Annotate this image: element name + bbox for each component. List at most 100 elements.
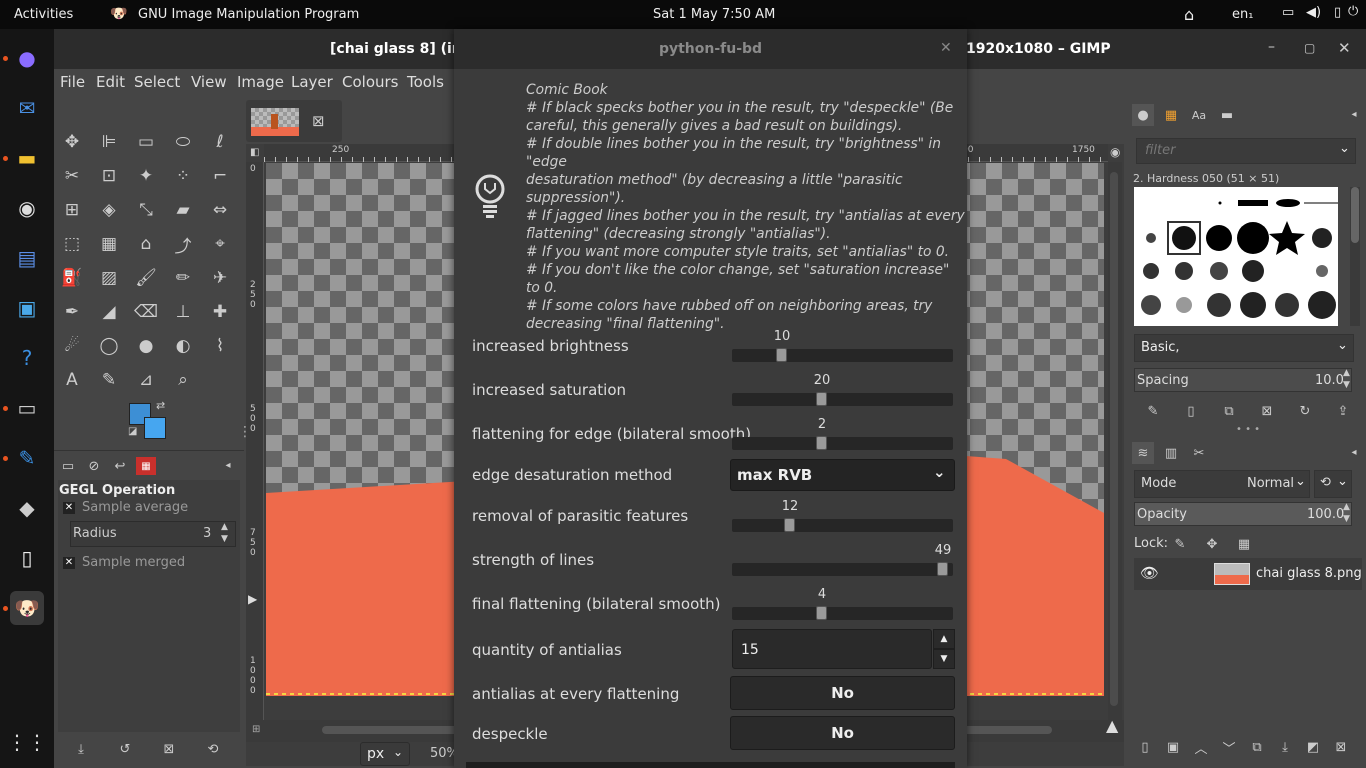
help-icon[interactable]: ?	[10, 341, 44, 375]
brush-grid-scrollbar[interactable]	[1350, 187, 1360, 326]
move-tool-icon[interactable]: ✥	[57, 127, 87, 157]
rect-select-icon[interactable]: ▭	[131, 127, 161, 157]
crop-tool-icon[interactable]: ⌐	[205, 161, 235, 191]
pane-separator[interactable]: • • •	[1236, 424, 1260, 435]
measure-tool-icon[interactable]: ⊿	[131, 365, 161, 395]
lock-alpha-icon[interactable]: ▦	[1234, 534, 1254, 554]
saturation-slider[interactable]	[732, 392, 953, 406]
open-brush-icon[interactable]: ⇪	[1334, 402, 1352, 420]
slider-knob[interactable]	[816, 392, 827, 406]
close-tab-icon[interactable]: ⊠	[312, 112, 325, 130]
menu-view[interactable]: View	[191, 73, 227, 91]
radius-spinbox[interactable]: Radius 3 ▲ ▼	[70, 521, 236, 547]
fuzzy-select-icon[interactable]: ✦	[131, 161, 161, 191]
quick-mask-corner-icon[interactable]: ◧	[250, 147, 259, 158]
slider-knob[interactable]	[816, 436, 827, 450]
gradient-tool-icon[interactable]: ▨	[94, 263, 124, 293]
new-layer-group-icon[interactable]: ▣	[1164, 738, 1182, 756]
spacing-decrement[interactable]: ▼	[1343, 380, 1350, 390]
dock-handle[interactable]: ⋮	[238, 424, 252, 440]
layer-mask-icon[interactable]: ◩	[1304, 738, 1322, 756]
terminal-icon[interactable]: ▭	[10, 391, 44, 425]
raise-layer-icon[interactable]: ︿	[1192, 738, 1210, 757]
refresh-brushes-icon[interactable]: ↻	[1296, 402, 1314, 420]
sample-average-checkbox[interactable]: ✕	[63, 502, 75, 514]
slider-knob[interactable]	[937, 562, 948, 576]
reset-icon[interactable]: ⟲	[204, 740, 222, 758]
radius-increment[interactable]: ▲	[221, 522, 228, 532]
visibility-eye-icon[interactable]: 👁	[1140, 564, 1159, 582]
clone-tool-icon[interactable]: ⊥	[168, 297, 198, 327]
spacing-slider[interactable]: Spacing 10.0 ▲ ▼	[1134, 368, 1352, 392]
show-applications-icon[interactable]: ⋮⋮	[7, 725, 47, 759]
cage-transform-icon[interactable]: ⌂	[131, 229, 161, 259]
mypaint-brush-icon[interactable]: ◢	[94, 297, 124, 327]
zoom-to-fit-icon[interactable]: ◉	[1110, 145, 1120, 159]
edge-flattening-slider[interactable]	[732, 436, 953, 450]
slider-knob[interactable]	[784, 518, 795, 532]
free-select-icon[interactable]: ℓ	[205, 127, 235, 157]
flip-tool-icon[interactable]: ⇔	[205, 195, 235, 225]
lock-position-icon[interactable]: ✥	[1202, 534, 1222, 554]
brush-preset-combo[interactable]: Basic, ⌄	[1134, 334, 1354, 362]
configure-tab-icon[interactable]: ◂	[1346, 106, 1362, 122]
paintbrush-icon[interactable]: 🖌	[131, 263, 161, 293]
new-layer-icon[interactable]: ▯	[1136, 738, 1154, 756]
unit-combo[interactable]: px ⌄	[360, 742, 410, 766]
airbrush-icon[interactable]: ✈	[205, 263, 235, 293]
configure-tab-icon[interactable]: ◂	[220, 457, 236, 473]
home-icon[interactable]: ⌂	[1184, 5, 1194, 24]
3d-transform-icon[interactable]: ▦	[94, 229, 124, 259]
menu-file[interactable]: File	[60, 73, 85, 91]
blur-tool-icon[interactable]: ◯	[94, 331, 124, 361]
volume-icon[interactable]: ◀)	[1306, 5, 1321, 20]
opacity-slider[interactable]: Opacity 100.0 ▲ ▼	[1134, 502, 1352, 526]
sample-merged-checkbox[interactable]: ✕	[63, 557, 75, 569]
warp-tool-icon[interactable]: ⌖	[205, 229, 235, 259]
lines-strength-slider[interactable]	[732, 562, 953, 576]
duplicate-layer-icon[interactable]: ⧉	[1248, 738, 1266, 756]
document-icon[interactable]: ▯	[10, 541, 44, 575]
image-tab[interactable]: ⊠	[246, 100, 342, 142]
default-colors-icon[interactable]: ◪	[128, 426, 137, 437]
navigate-icon[interactable]: ⊞	[252, 724, 260, 735]
slider-knob[interactable]	[776, 348, 787, 362]
swap-colors-icon[interactable]: ⇄	[156, 399, 165, 412]
delete-layer-icon[interactable]: ⊠	[1332, 738, 1350, 756]
lower-layer-icon[interactable]: ﹀	[1220, 738, 1238, 757]
browser-icon[interactable]: ●	[10, 41, 44, 75]
undo-history-tab-icon[interactable]: ↩	[110, 457, 130, 475]
opacity-increment[interactable]: ▲	[1343, 502, 1350, 512]
eraser-icon[interactable]: ⌫	[131, 297, 161, 327]
patterns-tab-icon[interactable]: ▦	[1160, 104, 1182, 126]
brushes-tab-icon[interactable]: ●	[1132, 104, 1154, 126]
text-editor-icon[interactable]: ✎	[10, 441, 44, 475]
edit-brush-icon[interactable]: ✎	[1144, 402, 1162, 420]
dialog-close-icon[interactable]: ✕	[940, 40, 952, 56]
antialias-increment[interactable]: ▲	[933, 629, 955, 649]
dodge-tool-icon[interactable]: ◐	[168, 331, 198, 361]
dodge-burn-icon[interactable]: ●	[131, 331, 161, 361]
menu-image[interactable]: Image	[237, 73, 284, 91]
software-icon[interactable]: ▣	[10, 291, 44, 325]
gimp-icon[interactable]: 🐶	[110, 6, 127, 22]
battery-icon[interactable]: ▯	[1334, 5, 1341, 20]
scissors-select-icon[interactable]: ✂	[57, 161, 87, 191]
color-select-icon[interactable]: ⁘	[168, 161, 198, 191]
parasitic-slider[interactable]	[732, 518, 953, 532]
color-picker-icon[interactable]: ✎	[94, 365, 124, 395]
close-icon[interactable]: ✕	[1338, 39, 1351, 57]
slider-knob[interactable]	[816, 606, 827, 620]
save-preset-icon[interactable]: ⤓	[72, 740, 90, 758]
foreground-select-icon[interactable]: ⊡	[94, 161, 124, 191]
inkscape-icon[interactable]: ◆	[10, 491, 44, 525]
power-icon[interactable]: ⏻	[1348, 4, 1358, 19]
pencil-icon[interactable]: ✏	[168, 263, 198, 293]
menu-layer[interactable]: Layer	[291, 73, 333, 91]
bucket-fill-icon[interactable]: ⛽	[57, 263, 87, 293]
handle-transform-icon[interactable]: ⤴	[168, 229, 198, 259]
gradients-tab-icon[interactable]: ▬	[1216, 104, 1238, 126]
radius-decrement[interactable]: ▼	[221, 534, 228, 544]
images-tab-icon[interactable]: ▦	[136, 457, 156, 475]
antialias-spinbox[interactable]: 15 ▲ ▼	[732, 629, 955, 669]
